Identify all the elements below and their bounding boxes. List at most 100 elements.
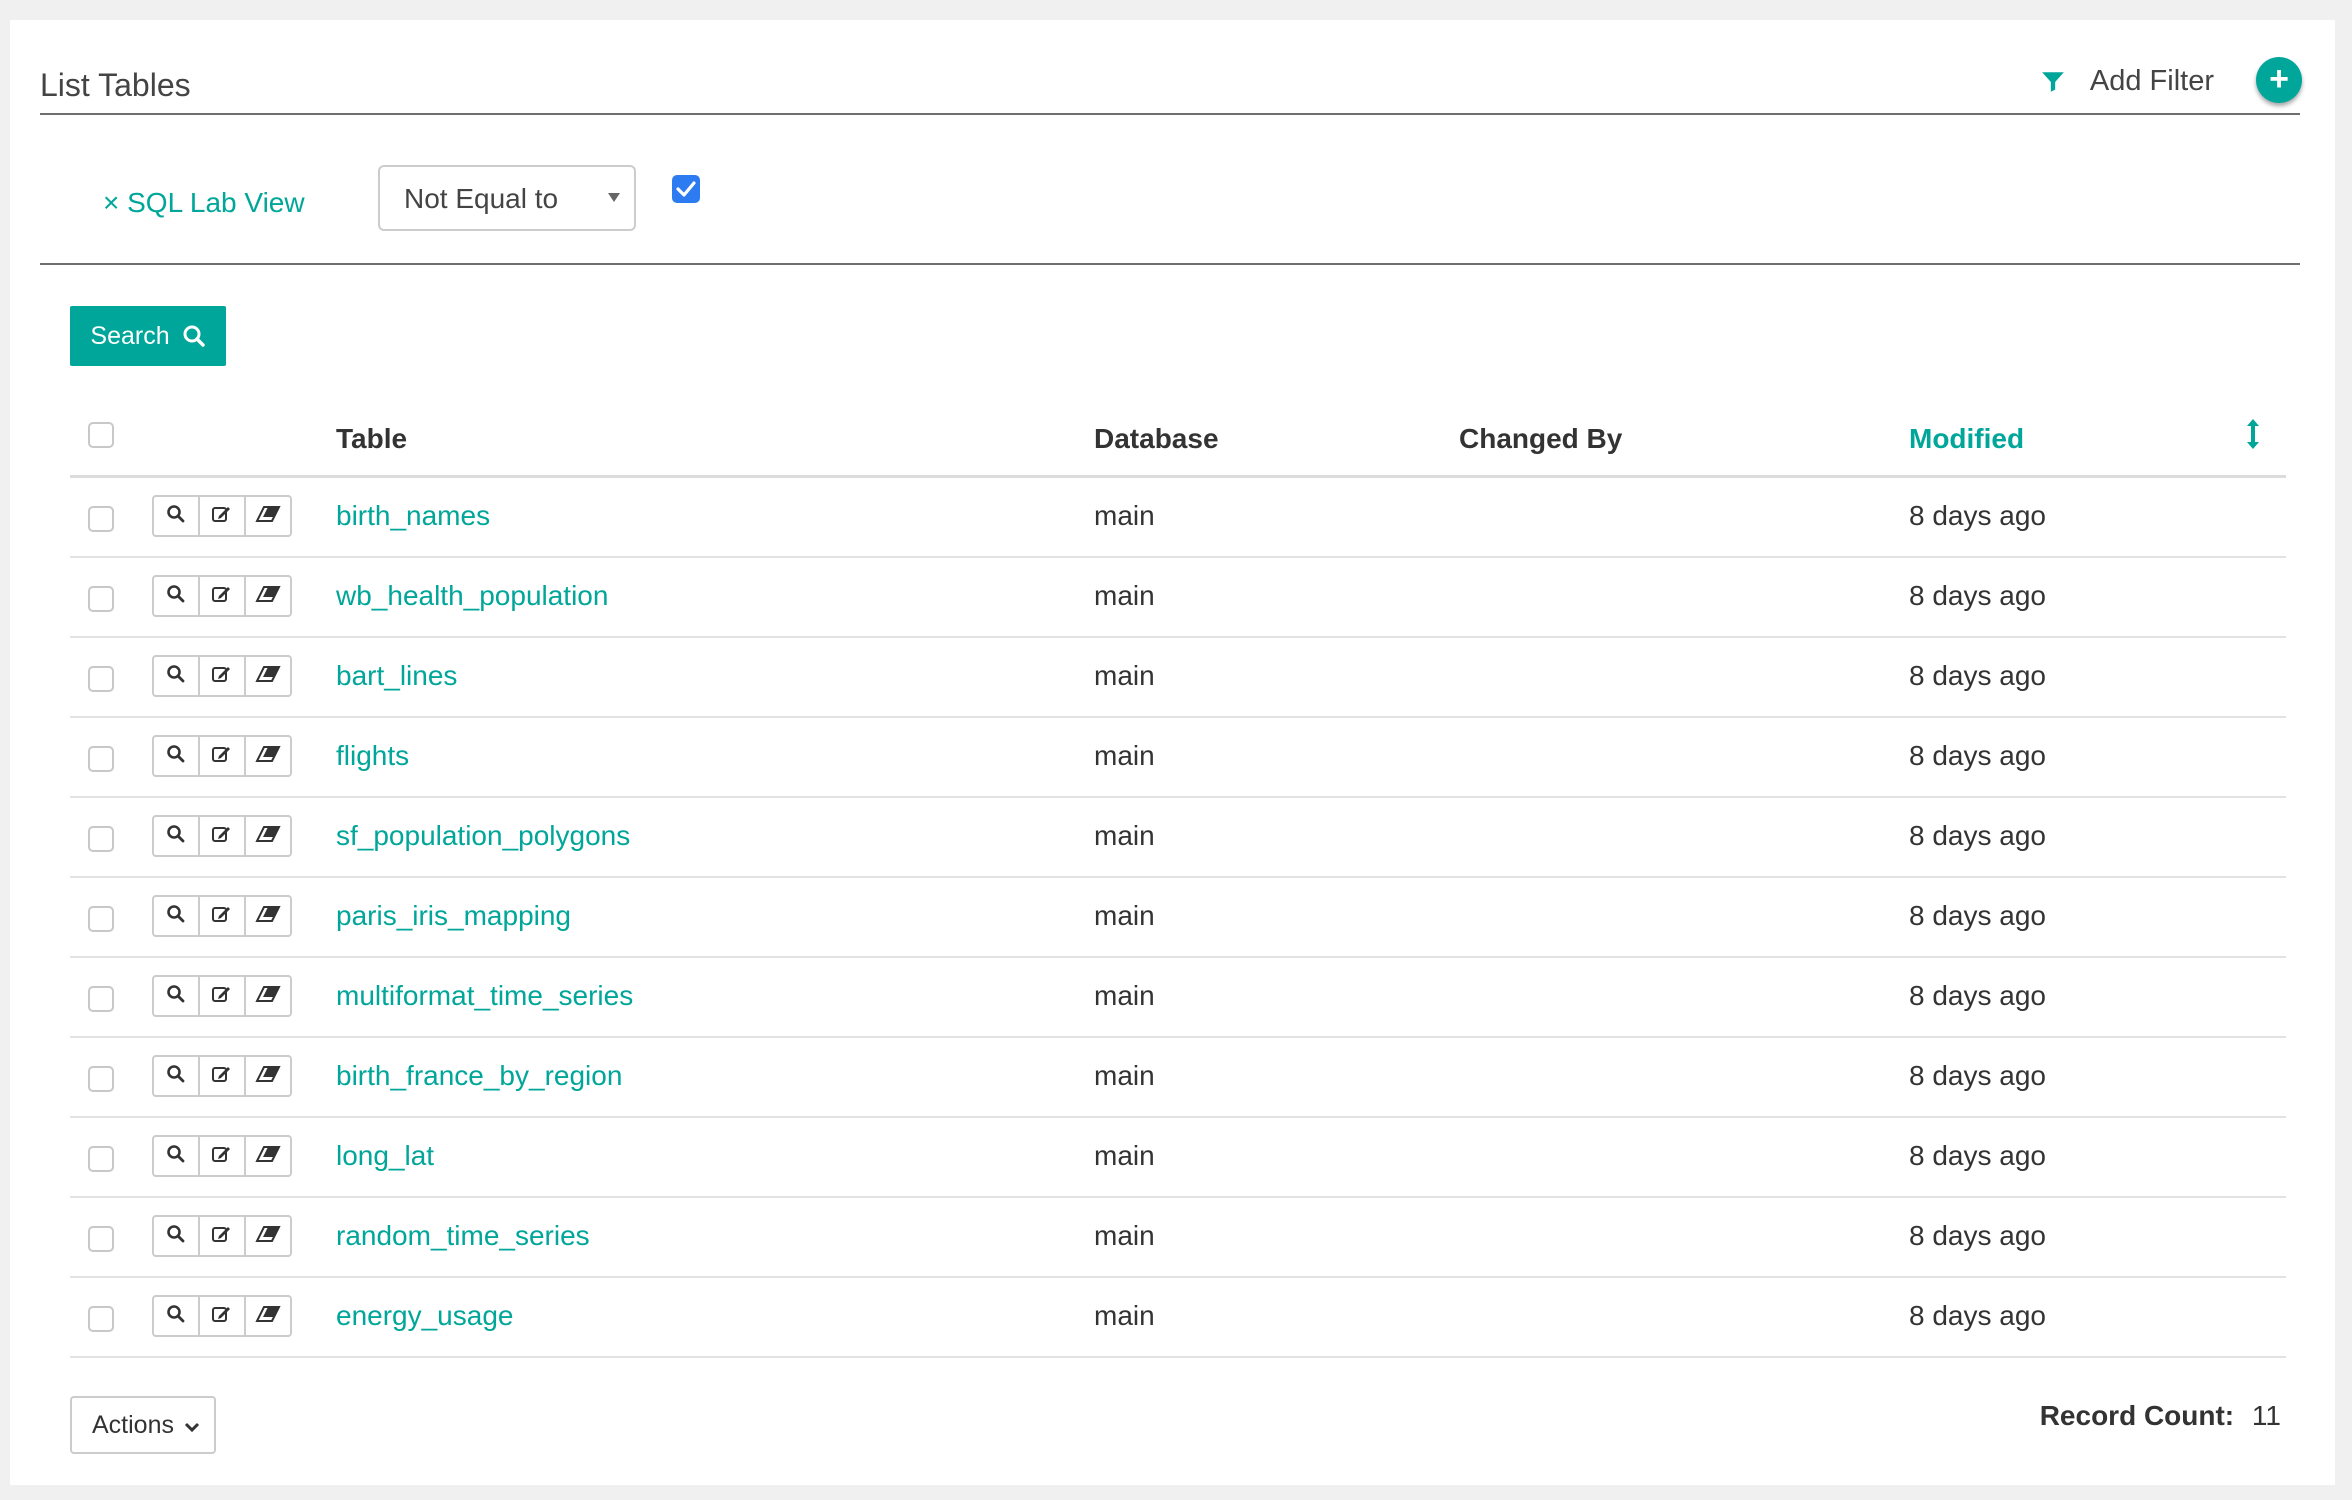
record-count: Record Count: 11 <box>2040 1400 2281 1432</box>
row-actions-group <box>152 735 292 777</box>
row-edit-button[interactable] <box>198 657 244 695</box>
row-eraser-button[interactable] <box>244 657 290 695</box>
row-actions-group <box>152 1055 292 1097</box>
sort-icon[interactable] <box>2246 417 2260 451</box>
select-all-checkbox[interactable] <box>88 422 114 448</box>
eraser-icon <box>255 505 281 528</box>
database-cell: main <box>1094 500 1155 531</box>
filter-row: × SQL Lab View Not Equal to <box>40 115 2300 265</box>
row-actions-group <box>152 1135 292 1177</box>
table-row: energy_usage main 8 days ago <box>70 1278 2286 1358</box>
row-eraser-button[interactable] <box>244 897 290 935</box>
column-header-table[interactable]: Table <box>336 423 407 455</box>
row-checkbox[interactable] <box>88 586 114 612</box>
row-checkbox[interactable] <box>88 1226 114 1252</box>
checkmark-icon <box>676 181 696 197</box>
row-eraser-button[interactable] <box>244 737 290 775</box>
table-name-link[interactable]: flights <box>336 740 409 772</box>
row-checkbox[interactable] <box>88 1146 114 1172</box>
row-search-button[interactable] <box>154 657 198 695</box>
row-edit-button[interactable] <box>198 1297 244 1335</box>
row-search-button[interactable] <box>154 737 198 775</box>
column-header-changed-by[interactable]: Changed By <box>1459 423 1622 455</box>
table-name-link[interactable]: energy_usage <box>336 1300 513 1332</box>
row-edit-button[interactable] <box>198 897 244 935</box>
row-actions-group <box>152 1215 292 1257</box>
row-search-button[interactable] <box>154 497 198 535</box>
row-checkbox[interactable] <box>88 986 114 1012</box>
table-name-link[interactable]: wb_health_population <box>336 580 608 612</box>
row-checkbox[interactable] <box>88 666 114 692</box>
row-eraser-button[interactable] <box>244 1217 290 1255</box>
add-record-button[interactable]: + <box>2256 57 2302 103</box>
table-row: birth_names main 8 days ago <box>70 478 2286 558</box>
row-edit-button[interactable] <box>198 977 244 1015</box>
database-cell: main <box>1094 1140 1155 1171</box>
row-edit-button[interactable] <box>198 497 244 535</box>
remove-filter-link[interactable]: × SQL Lab View <box>103 187 305 219</box>
search-icon <box>166 584 186 609</box>
row-edit-button[interactable] <box>198 737 244 775</box>
row-edit-button[interactable] <box>198 1057 244 1095</box>
eraser-icon <box>255 825 281 848</box>
edit-icon <box>211 984 233 1009</box>
table-name-link[interactable]: long_lat <box>336 1140 434 1172</box>
eraser-icon <box>255 1305 281 1328</box>
row-search-button[interactable] <box>154 817 198 855</box>
search-icon <box>166 1144 186 1169</box>
actions-dropdown[interactable]: Actions <box>70 1396 216 1454</box>
table-row: bart_lines main 8 days ago <box>70 638 2286 718</box>
row-edit-button[interactable] <box>198 1137 244 1175</box>
search-icon <box>166 1064 186 1089</box>
row-eraser-button[interactable] <box>244 977 290 1015</box>
row-eraser-button[interactable] <box>244 497 290 535</box>
row-eraser-button[interactable] <box>244 577 290 615</box>
column-header-modified[interactable]: Modified <box>1909 423 2024 455</box>
row-search-button[interactable] <box>154 577 198 615</box>
row-eraser-button[interactable] <box>244 1297 290 1335</box>
row-search-button[interactable] <box>154 1217 198 1255</box>
row-eraser-button[interactable] <box>244 1057 290 1095</box>
table-row: paris_iris_mapping main 8 days ago <box>70 878 2286 958</box>
edit-icon <box>211 664 233 689</box>
search-button-label: Search <box>90 321 170 350</box>
row-edit-button[interactable] <box>198 817 244 855</box>
row-search-button[interactable] <box>154 1297 198 1335</box>
column-header-database[interactable]: Database <box>1094 423 1219 455</box>
row-search-button[interactable] <box>154 897 198 935</box>
table-name-link[interactable]: multiformat_time_series <box>336 980 633 1012</box>
table-row: multiformat_time_series main 8 days ago <box>70 958 2286 1038</box>
row-checkbox[interactable] <box>88 506 114 532</box>
row-checkbox[interactable] <box>88 1066 114 1092</box>
table-name-link[interactable]: bart_lines <box>336 660 457 692</box>
search-icon <box>183 325 205 347</box>
filter-operator-select[interactable]: Not Equal to <box>378 165 636 231</box>
table-name-link[interactable]: random_time_series <box>336 1220 590 1252</box>
row-search-button[interactable] <box>154 1137 198 1175</box>
row-checkbox[interactable] <box>88 1306 114 1332</box>
modified-cell: 8 days ago <box>1909 1220 2046 1251</box>
row-eraser-button[interactable] <box>244 817 290 855</box>
list-panel: List Tables Add Filter + × SQL Lab View … <box>10 20 2335 1485</box>
table-name-link[interactable]: birth_france_by_region <box>336 1060 622 1092</box>
row-checkbox[interactable] <box>88 906 114 932</box>
edit-icon <box>211 584 233 609</box>
table-name-link[interactable]: birth_names <box>336 500 490 532</box>
add-filter-button[interactable]: Add Filter <box>2040 65 2214 98</box>
row-search-button[interactable] <box>154 1057 198 1095</box>
row-search-button[interactable] <box>154 977 198 1015</box>
record-count-label: Record Count: <box>2039 1400 2235 1431</box>
row-edit-button[interactable] <box>198 577 244 615</box>
row-checkbox[interactable] <box>88 746 114 772</box>
chevron-down-icon <box>184 1422 200 1433</box>
row-checkbox[interactable] <box>88 826 114 852</box>
search-button[interactable]: Search <box>70 306 226 366</box>
modified-cell: 8 days ago <box>1909 500 2046 531</box>
page-title: List Tables <box>40 67 191 103</box>
search-icon <box>166 1224 186 1249</box>
row-eraser-button[interactable] <box>244 1137 290 1175</box>
table-name-link[interactable]: sf_population_polygons <box>336 820 630 852</box>
table-name-link[interactable]: paris_iris_mapping <box>336 900 571 932</box>
filter-value-checkbox[interactable] <box>672 175 700 203</box>
row-edit-button[interactable] <box>198 1217 244 1255</box>
